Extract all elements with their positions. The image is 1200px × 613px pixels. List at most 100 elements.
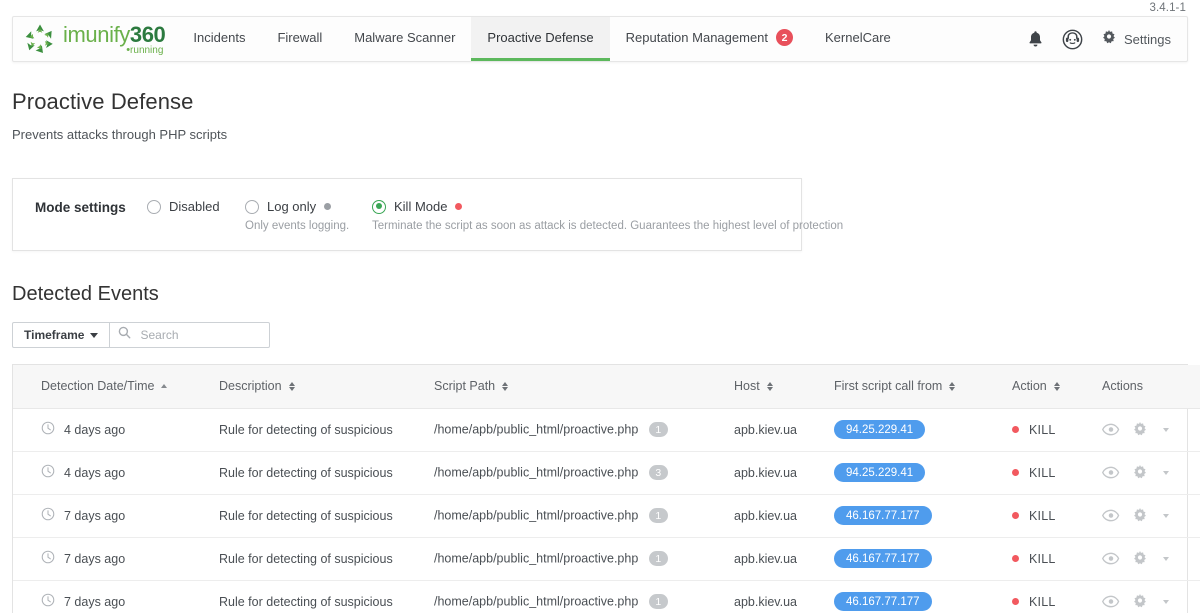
nav-label: Reputation Management <box>626 30 768 45</box>
cell-first-script-call-from: 46.167.77.177 <box>828 537 1006 580</box>
row-settings-gear-icon[interactable] <box>1132 465 1148 481</box>
row-actions-chevron-down-icon[interactable] <box>1163 428 1169 432</box>
action-status-dot-icon <box>1012 598 1019 605</box>
cell-action: KILL <box>1006 408 1096 451</box>
clock-icon <box>41 593 55 610</box>
mode-option-disabled[interactable]: Disabled <box>147 199 245 214</box>
app-version: 3.4.1-1 <box>1149 2 1186 14</box>
mode-option-log-only[interactable]: Log only Only events logging. <box>245 199 372 232</box>
detected-events-title: Detected Events <box>12 283 1188 306</box>
nav-label: Proactive Defense <box>487 30 593 45</box>
search-input[interactable] <box>138 327 261 343</box>
radio-disabled[interactable] <box>147 200 161 214</box>
brand-name-primary: imunify <box>63 22 130 47</box>
cell-first-script-call-from: 46.167.77.177 <box>828 494 1006 537</box>
cell-detection-date: 7 days ago <box>13 537 213 580</box>
table-row[interactable]: 4 days ago Rule for detecting of suspici… <box>13 451 1200 494</box>
search-box[interactable] <box>110 322 270 348</box>
table-header-row: Detection Date/Time Description Script P… <box>13 365 1200 408</box>
cell-actions <box>1096 580 1200 613</box>
detection-date-value: 4 days ago <box>64 423 125 437</box>
cell-host: apb.kiev.ua <box>728 494 828 537</box>
cell-host: apb.kiev.ua <box>728 537 828 580</box>
nav-item-reputation-management[interactable]: Reputation Management 2 <box>610 17 809 61</box>
column-label: Detection Date/Time <box>41 379 154 393</box>
action-value: KILL <box>1029 466 1056 480</box>
row-actions-chevron-down-icon[interactable] <box>1163 471 1169 475</box>
action-value: KILL <box>1029 595 1056 609</box>
nav-item-firewall[interactable]: Firewall <box>261 17 338 61</box>
radio-kill-mode[interactable] <box>372 200 386 214</box>
eye-icon[interactable] <box>1102 466 1120 479</box>
cell-script-path: /home/apb/public_html/proactive.php 3 <box>428 451 728 494</box>
top-bar-actions: Settings <box>1017 17 1187 61</box>
row-actions-chevron-down-icon[interactable] <box>1163 600 1169 604</box>
column-header-first-script-call-from[interactable]: First script call from <box>828 365 1006 408</box>
detection-date-value: 7 days ago <box>64 509 125 523</box>
detected-events-table: Detection Date/Time Description Script P… <box>12 364 1188 613</box>
row-settings-gear-icon[interactable] <box>1132 422 1148 438</box>
mode-option-description: Only events logging. <box>245 220 372 232</box>
eye-icon[interactable] <box>1102 595 1120 608</box>
cell-host: apb.kiev.ua <box>728 580 828 613</box>
mode-settings-card: Mode settings Disabled Log only Only eve… <box>12 178 802 251</box>
clock-icon <box>41 550 55 567</box>
cell-host: apb.kiev.ua <box>728 451 828 494</box>
eye-icon[interactable] <box>1102 552 1120 565</box>
mode-option-kill-mode[interactable]: Kill Mode Terminate the script as soon a… <box>372 199 843 232</box>
mode-option-label: Disabled <box>169 199 220 214</box>
radio-log-only[interactable] <box>245 200 259 214</box>
column-header-description[interactable]: Description <box>213 365 428 408</box>
row-settings-gear-icon[interactable] <box>1132 594 1148 610</box>
column-label: Actions <box>1102 379 1143 393</box>
column-label: First script call from <box>834 379 942 393</box>
table-row[interactable]: 7 days ago Rule for detecting of suspici… <box>13 494 1200 537</box>
column-header-host[interactable]: Host <box>728 365 828 408</box>
host-value: apb.kiev.ua <box>734 423 797 437</box>
action-value: KILL <box>1029 509 1056 523</box>
sort-toggle-icon <box>949 382 955 392</box>
column-header-action[interactable]: Action <box>1006 365 1096 408</box>
sort-toggle-icon <box>767 382 773 392</box>
table-row[interactable]: 7 days ago Rule for detecting of suspici… <box>13 580 1200 613</box>
bell-icon[interactable] <box>1027 30 1044 48</box>
script-path-count-badge: 1 <box>649 508 668 523</box>
ip-address-pill[interactable]: 94.25.229.41 <box>834 420 925 439</box>
cell-first-script-call-from: 94.25.229.41 <box>828 451 1006 494</box>
eye-icon[interactable] <box>1102 509 1120 522</box>
chevron-down-icon <box>90 333 98 338</box>
brand-logo-area[interactable]: imunify360 •running <box>13 17 177 61</box>
ip-address-pill[interactable]: 46.167.77.177 <box>834 592 932 611</box>
nav-item-kernelcare[interactable]: KernelCare <box>809 17 907 61</box>
column-label: Description <box>219 379 282 393</box>
timeframe-dropdown-button[interactable]: Timeframe <box>12 322 110 348</box>
nav-item-proactive-defense[interactable]: Proactive Defense <box>471 17 609 61</box>
ip-address-pill[interactable]: 46.167.77.177 <box>834 549 932 568</box>
row-actions-chevron-down-icon[interactable] <box>1163 514 1169 518</box>
settings-button[interactable]: Settings <box>1101 30 1171 49</box>
cell-detection-date: 4 days ago <box>13 408 213 451</box>
ip-address-pill[interactable]: 46.167.77.177 <box>834 506 932 525</box>
support-headset-icon[interactable] <box>1062 29 1083 50</box>
eye-icon[interactable] <box>1102 423 1120 436</box>
nav-item-malware-scanner[interactable]: Malware Scanner <box>338 17 471 61</box>
column-header-detection-date[interactable]: Detection Date/Time <box>13 365 213 408</box>
row-actions-chevron-down-icon[interactable] <box>1163 557 1169 561</box>
detection-date-value: 4 days ago <box>64 466 125 480</box>
row-settings-gear-icon[interactable] <box>1132 551 1148 567</box>
column-label: Action <box>1012 379 1047 393</box>
table-row[interactable]: 7 days ago Rule for detecting of suspici… <box>13 537 1200 580</box>
cell-actions <box>1096 494 1200 537</box>
cell-host: apb.kiev.ua <box>728 408 828 451</box>
cell-first-script-call-from: 46.167.77.177 <box>828 580 1006 613</box>
cell-description: Rule for detecting of suspicious <box>213 537 428 580</box>
column-header-script-path[interactable]: Script Path <box>428 365 728 408</box>
mode-settings-options: Disabled Log only Only events logging. K… <box>147 199 843 232</box>
ip-address-pill[interactable]: 94.25.229.41 <box>834 463 925 482</box>
table-row[interactable]: 4 days ago Rule for detecting of suspici… <box>13 408 1200 451</box>
page-subtitle: Prevents attacks through PHP scripts <box>12 127 1188 142</box>
nav-item-incidents[interactable]: Incidents <box>177 17 261 61</box>
cell-action: KILL <box>1006 537 1096 580</box>
row-settings-gear-icon[interactable] <box>1132 508 1148 524</box>
mode-option-label: Log only <box>267 199 316 214</box>
